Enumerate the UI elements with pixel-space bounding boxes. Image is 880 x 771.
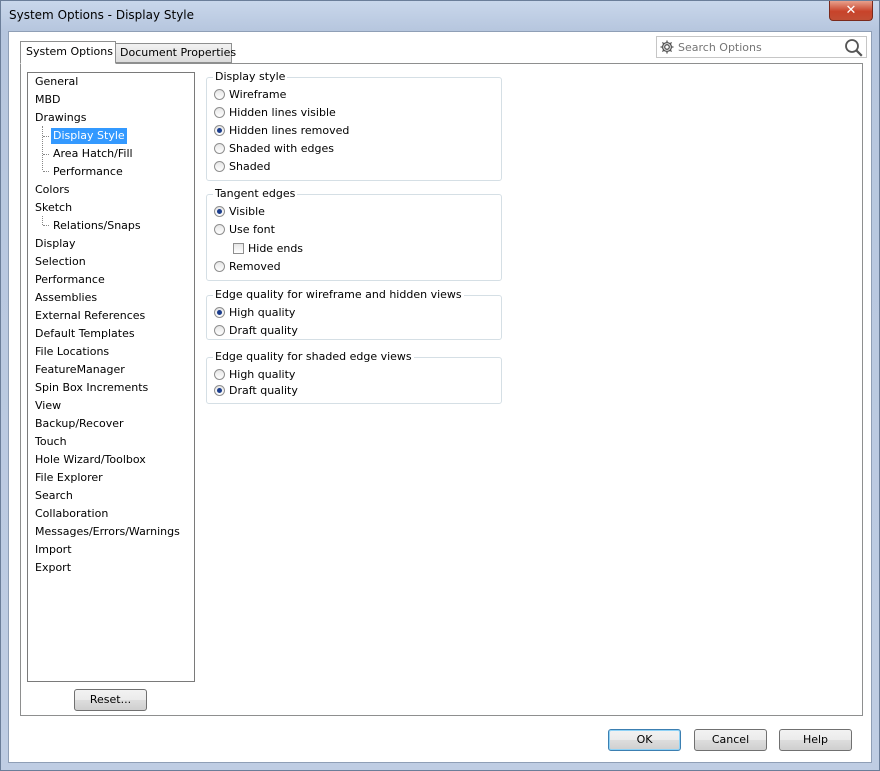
edge-quality-wireframe-group: Edge quality for wireframe and hidden vi… xyxy=(206,288,502,340)
radio-label: High quality xyxy=(229,306,296,319)
tree-item-search[interactable]: Search xyxy=(33,488,75,504)
tree-item-view[interactable]: View xyxy=(33,398,63,414)
radio-indicator[interactable] xyxy=(214,89,225,100)
radio-indicator[interactable] xyxy=(214,261,225,272)
search-icon[interactable] xyxy=(844,38,864,60)
edge-quality-shaded-group: Edge quality for shaded edge views High … xyxy=(206,350,502,404)
tree-item-relations-snaps[interactable]: Relations/Snaps xyxy=(51,218,143,234)
radio-indicator[interactable] xyxy=(214,107,225,118)
radio-label: Use font xyxy=(229,223,275,236)
checkbox-label: Hide ends xyxy=(248,242,304,255)
radio-shaded-high-quality[interactable]: High quality xyxy=(214,367,295,383)
tree-item-touch[interactable]: Touch xyxy=(33,434,69,450)
tree-item-collaboration[interactable]: Collaboration xyxy=(33,506,110,522)
tree-item-export[interactable]: Export xyxy=(33,560,73,576)
tree-item-featuremanager[interactable]: FeatureManager xyxy=(33,362,127,378)
window-title: System Options - Display Style xyxy=(9,8,195,22)
radio-indicator[interactable] xyxy=(214,307,225,318)
radio-shaded-draft-quality[interactable]: Draft quality xyxy=(214,383,298,399)
edge-quality-wireframe-title: Edge quality for wireframe and hidden vi… xyxy=(213,288,464,301)
reset-button[interactable]: Reset... xyxy=(74,689,147,711)
help-button[interactable]: Help xyxy=(779,729,852,751)
radio-shaded-with-edges[interactable]: Shaded with edges xyxy=(214,141,334,157)
cancel-button[interactable]: Cancel xyxy=(694,729,767,751)
tree-item-spin-box-increments[interactable]: Spin Box Increments xyxy=(33,380,150,396)
tree-item-default-templates[interactable]: Default Templates xyxy=(33,326,137,342)
tree-item-hole-wizard-toolbox[interactable]: Hole Wizard/Toolbox xyxy=(33,452,148,468)
radio-label: Hidden lines visible xyxy=(229,106,336,119)
radio-label: Visible xyxy=(229,205,265,218)
tree-item-performance[interactable]: Performance xyxy=(33,272,107,288)
radio-tangent-visible[interactable]: Visible xyxy=(214,204,265,220)
radio-hidden-lines-visible[interactable]: Hidden lines visible xyxy=(214,105,336,121)
checkbox-indicator[interactable] xyxy=(233,243,244,254)
tree-item-sketch[interactable]: Sketch xyxy=(33,200,74,216)
edge-quality-shaded-title: Edge quality for shaded edge views xyxy=(213,350,414,363)
radio-label: High quality xyxy=(229,368,296,381)
radio-indicator[interactable] xyxy=(214,369,225,380)
tree-item-messages-errors-warnings[interactable]: Messages/Errors/Warnings xyxy=(33,524,182,540)
radio-wireframe-draft-quality[interactable]: Draft quality xyxy=(214,323,298,339)
radio-indicator[interactable] xyxy=(214,325,225,336)
radio-indicator[interactable] xyxy=(214,143,225,154)
radio-use-font[interactable]: Use font xyxy=(214,222,275,238)
tree-connector xyxy=(43,136,49,137)
radio-removed[interactable]: Removed xyxy=(214,259,281,275)
radio-shaded[interactable]: Shaded xyxy=(214,159,270,175)
tree-item-file-explorer[interactable]: File Explorer xyxy=(33,470,105,486)
ok-button[interactable]: OK xyxy=(608,729,681,751)
search-input[interactable] xyxy=(678,38,838,56)
tree-connector xyxy=(43,154,49,155)
title-bar[interactable]: System Options - Display Style ✕ xyxy=(1,1,879,31)
tree-connector xyxy=(42,216,43,225)
radio-indicator[interactable] xyxy=(214,206,225,217)
tree-item-import[interactable]: Import xyxy=(33,542,74,558)
options-tree[interactable]: General MBD Drawings Display Style Area … xyxy=(27,72,195,682)
system-options-dialog: System Options - Display Style ✕ System … xyxy=(0,0,880,771)
tangent-edges-title: Tangent edges xyxy=(213,187,298,200)
tree-connector xyxy=(43,171,49,172)
radio-wireframe-high-quality[interactable]: High quality xyxy=(214,305,295,321)
tree-connector xyxy=(43,225,49,226)
tree-item-external-references[interactable]: External References xyxy=(33,308,147,324)
dialog-client-area: System Options Document Properties Gener… xyxy=(8,31,872,763)
radio-label: Shaded with edges xyxy=(229,142,334,155)
radio-wireframe[interactable]: Wireframe xyxy=(214,87,286,103)
radio-indicator[interactable] xyxy=(214,385,225,396)
display-style-title: Display style xyxy=(213,70,288,83)
close-icon: ✕ xyxy=(845,3,857,18)
tree-item-drawings-performance[interactable]: Performance xyxy=(51,164,125,180)
radio-label: Wireframe xyxy=(229,88,287,101)
radio-label: Removed xyxy=(229,260,281,273)
radio-indicator[interactable] xyxy=(214,161,225,172)
radio-label: Draft quality xyxy=(229,384,298,397)
tab-system-options[interactable]: System Options xyxy=(20,41,116,64)
gear-icon[interactable] xyxy=(659,39,675,58)
tree-item-backup-recover[interactable]: Backup/Recover xyxy=(33,416,126,432)
radio-hidden-lines-removed[interactable]: Hidden lines removed xyxy=(214,123,349,139)
radio-indicator[interactable] xyxy=(214,125,225,136)
tree-item-display-style[interactable]: Display Style xyxy=(51,128,127,144)
checkbox-hide-ends[interactable]: Hide ends xyxy=(233,241,303,257)
radio-indicator[interactable] xyxy=(214,224,225,235)
system-options-panel: General MBD Drawings Display Style Area … xyxy=(20,63,863,716)
search-options-box[interactable] xyxy=(656,36,867,58)
tangent-edges-group: Tangent edges Visible Use font Hide ends… xyxy=(206,187,502,281)
radio-label: Draft quality xyxy=(229,324,298,337)
radio-label: Shaded xyxy=(229,160,271,173)
tree-item-general[interactable]: General xyxy=(33,74,80,90)
tree-item-drawings[interactable]: Drawings xyxy=(33,110,88,126)
radio-label: Hidden lines removed xyxy=(229,124,350,137)
close-button[interactable]: ✕ xyxy=(829,1,873,21)
tree-item-colors[interactable]: Colors xyxy=(33,182,71,198)
display-style-group: Display style Wireframe Hidden lines vis… xyxy=(206,70,502,181)
tree-item-display[interactable]: Display xyxy=(33,236,78,252)
tree-item-mbd[interactable]: MBD xyxy=(33,92,63,108)
tree-item-selection[interactable]: Selection xyxy=(33,254,88,270)
tree-item-assemblies[interactable]: Assemblies xyxy=(33,290,99,306)
tab-document-properties[interactable]: Document Properties xyxy=(114,43,236,63)
tree-item-file-locations[interactable]: File Locations xyxy=(33,344,111,360)
tree-item-area-hatch-fill[interactable]: Area Hatch/Fill xyxy=(51,146,135,162)
tree-connector xyxy=(42,126,43,170)
